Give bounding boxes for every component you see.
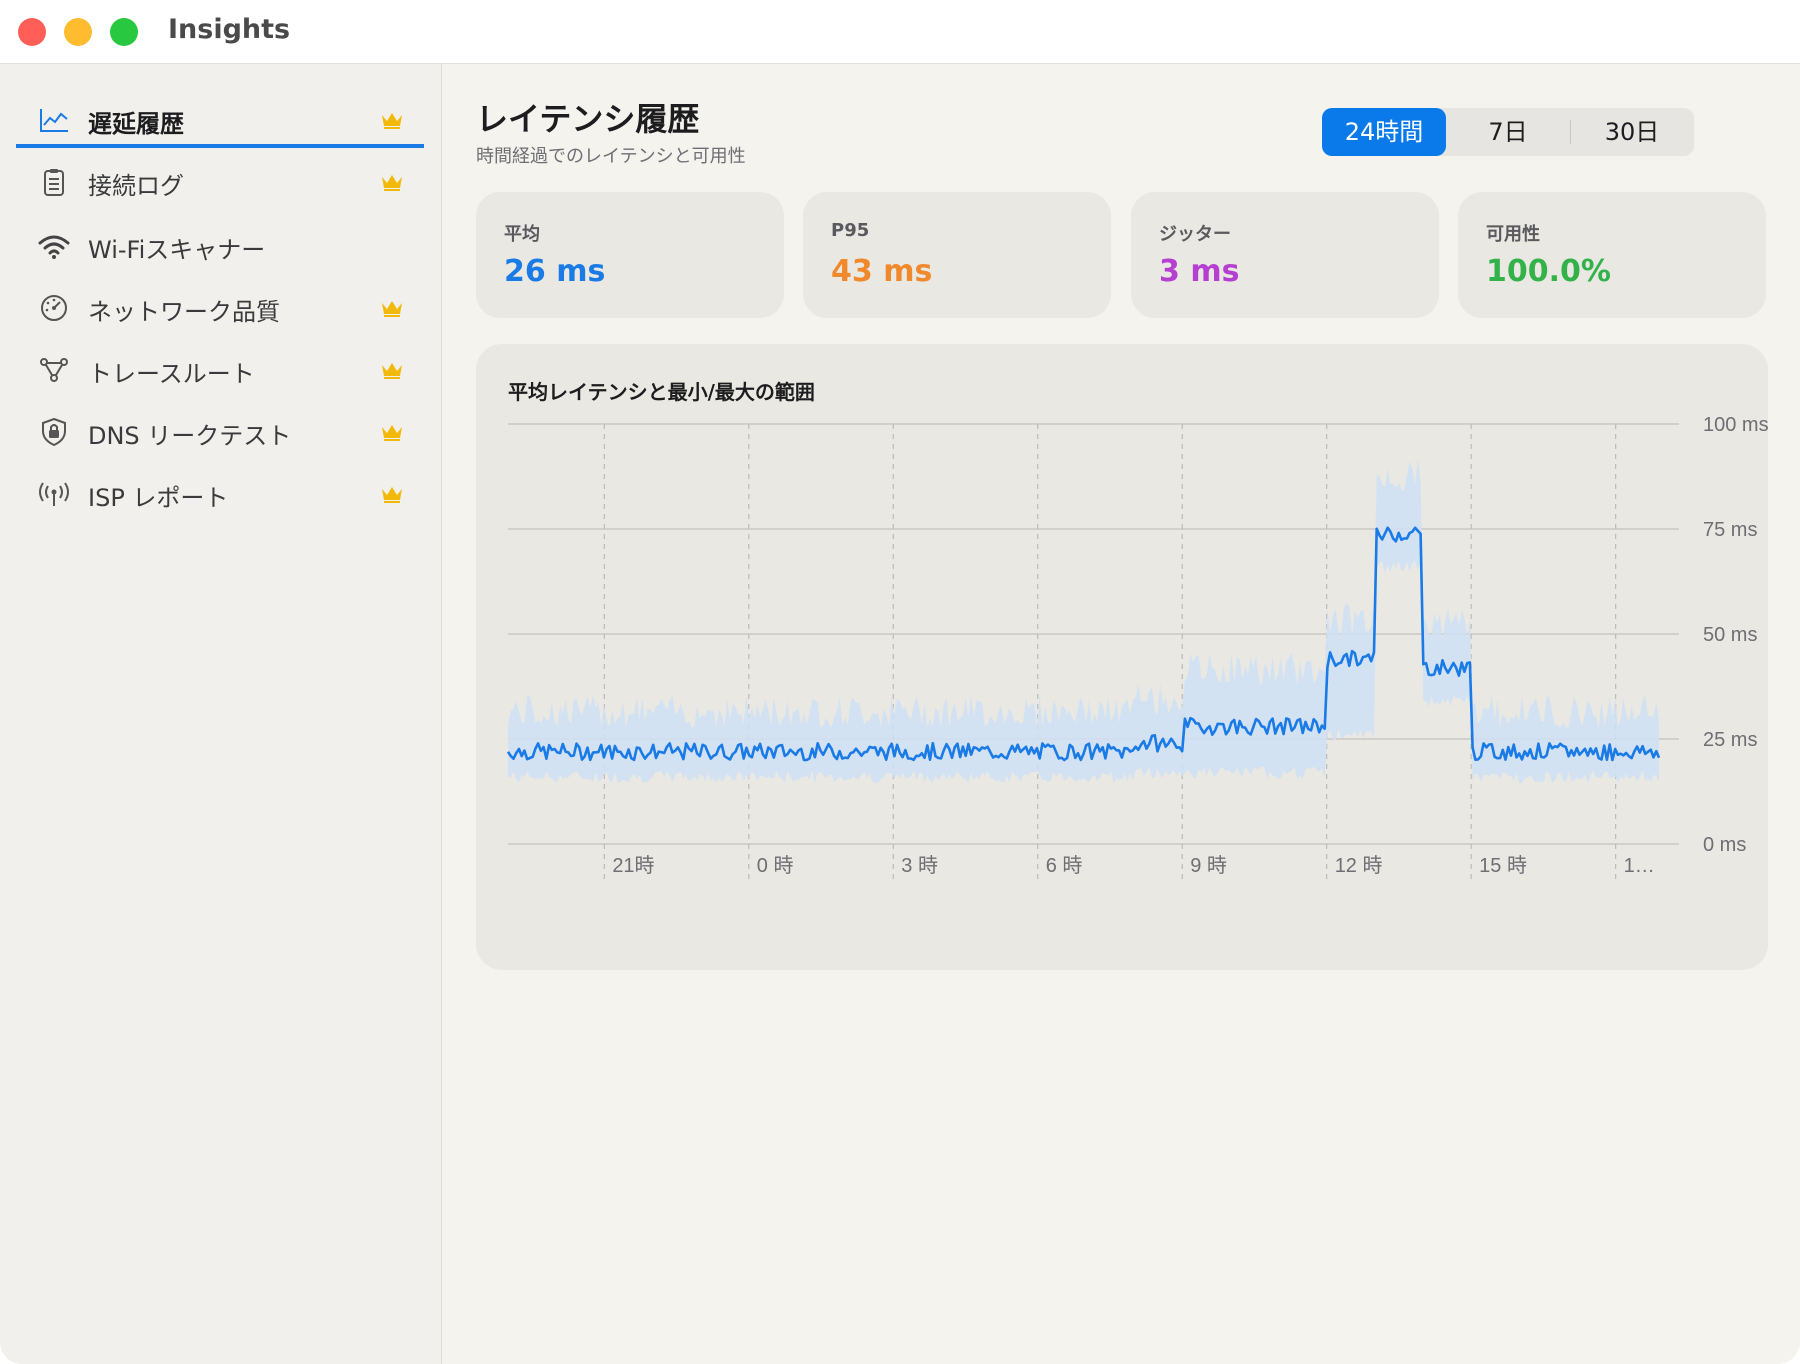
sidebar-item-dns-leak-test[interactable]: DNS リークテスト xyxy=(16,404,424,460)
stat-card-p95: P95 43 ms xyxy=(803,192,1111,318)
antenna-icon xyxy=(39,482,69,506)
sidebar-item-label: 遅延履歴 xyxy=(88,110,184,138)
crown-icon xyxy=(382,425,402,441)
stat-label: 平均 xyxy=(504,224,540,245)
x-tick-label: 9 時 xyxy=(1190,854,1227,877)
sidebar-item-traceroute[interactable]: トレースルート xyxy=(16,342,424,398)
range-24h-button[interactable]: 24時間 xyxy=(1322,108,1446,156)
minimize-window-button[interactable] xyxy=(64,18,92,46)
gauge-icon xyxy=(41,295,67,321)
min-max-range-band xyxy=(508,459,1659,784)
crown-icon xyxy=(382,487,402,503)
y-tick-label: 0 ms xyxy=(1703,834,1746,856)
x-tick-label: 3 時 xyxy=(901,854,938,877)
sidebar-item-label: Wi-Fiスキャナー xyxy=(88,236,266,264)
sidebar-item-isp-report[interactable]: ISP レポート xyxy=(16,466,424,522)
crown-icon xyxy=(382,301,402,317)
x-tick-label: 6 時 xyxy=(1046,854,1083,877)
x-tick-label: 21時 xyxy=(612,854,654,877)
x-tick-label: 12 時 xyxy=(1335,854,1383,877)
stat-card-average: 平均 26 ms xyxy=(476,192,784,318)
clipboard-icon xyxy=(44,169,64,196)
main-content: レイテンシ履歴 時間経過でのレイテンシと可用性 24時間 7日 30日 平均 2… xyxy=(442,64,1800,1364)
sidebar-item-wifi-scanner[interactable]: Wi-Fiスキャナー xyxy=(16,218,424,274)
stat-label: 可用性 xyxy=(1486,224,1540,245)
latency-chart-card: 平均レイテンシと最小/最大の範囲 100 ms 75 ms 50 ms 25 ms 0 … xyxy=(476,344,1768,970)
y-tick-label: 25 ms xyxy=(1703,729,1757,751)
y-tick-label: 75 ms xyxy=(1703,519,1757,541)
wifi-icon xyxy=(38,235,70,259)
stat-value: 43 ms xyxy=(831,254,933,289)
y-tick-label: 100 ms xyxy=(1703,414,1768,436)
sidebar-item-label: 接続ログ xyxy=(88,172,184,200)
x-tick-label: 1… xyxy=(1624,855,1655,877)
sidebar-item-label: ISP レポート xyxy=(88,484,229,512)
sidebar-item-latency-history[interactable]: 遅延履歴 xyxy=(16,92,424,148)
sidebar-item-network-quality[interactable]: ネットワーク品質 xyxy=(16,280,424,336)
time-range-control: 24時間 7日 30日 xyxy=(1322,108,1694,156)
sidebar-item-label: DNS リークテスト xyxy=(88,422,292,450)
stat-value: 3 ms xyxy=(1159,254,1240,289)
crown-icon xyxy=(382,175,402,191)
zoom-window-button[interactable] xyxy=(110,18,138,46)
crown-icon xyxy=(382,363,402,379)
range-30d-button[interactable]: 30日 xyxy=(1570,108,1694,156)
sidebar-item-connection-log[interactable]: 接続ログ xyxy=(16,154,424,210)
window-title: Insights xyxy=(168,14,291,45)
stat-card-jitter: ジッター 3 ms xyxy=(1131,192,1439,318)
sidebar-item-label: ネットワーク品質 xyxy=(88,298,280,326)
sidebar: 遅延履歴 接続ログ Wi-Fiスキャナー ネットワーク品質 トレースルート DN… xyxy=(0,64,442,1364)
y-tick-label: 50 ms xyxy=(1703,624,1757,646)
page-subtitle: 時間経過でのレイテンシと可用性 xyxy=(476,146,746,167)
stat-card-availability: 可用性 100.0% xyxy=(1458,192,1766,318)
title-bar: Insights xyxy=(0,0,1800,64)
stat-value: 100.0% xyxy=(1486,254,1611,289)
crown-icon xyxy=(382,113,402,129)
x-tick-label: 0 時 xyxy=(757,854,794,877)
line-chart-icon xyxy=(40,109,68,132)
sidebar-item-label: トレースルート xyxy=(88,360,255,388)
range-7d-button[interactable]: 7日 xyxy=(1446,108,1570,156)
close-window-button[interactable] xyxy=(18,18,46,46)
latency-chart: 100 ms 75 ms 50 ms 25 ms 0 ms 21時 0 時 3 時 6 時 9 時… xyxy=(506,414,1768,880)
shield-lock-icon xyxy=(42,418,66,446)
stat-label: ジッター xyxy=(1159,224,1231,245)
stat-label: P95 xyxy=(831,220,870,241)
page-title: レイテンシ履歴 xyxy=(476,100,700,138)
route-nodes-icon xyxy=(40,358,68,382)
x-tick-label: 15 時 xyxy=(1479,854,1527,877)
stat-value: 26 ms xyxy=(504,254,606,289)
app-window: Insights 遅延履歴 接続ログ Wi-Fiスキャナー ネットワーク品質 ト… xyxy=(0,0,1800,1364)
